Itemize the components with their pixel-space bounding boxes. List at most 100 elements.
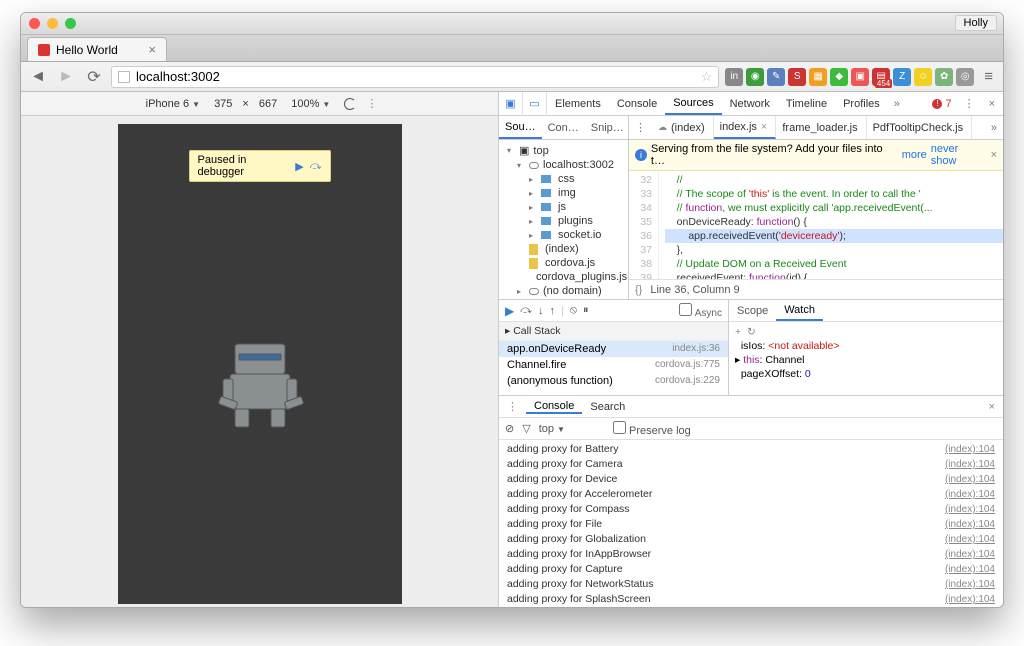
step-out-icon[interactable]: ↑ <box>550 305 556 317</box>
error-indicator[interactable]: !7 <box>926 98 957 110</box>
tab-network[interactable]: Network <box>722 92 778 115</box>
tab-console[interactable]: Console <box>609 92 665 115</box>
browser-tabstrip: Hello World × <box>21 35 1003 62</box>
console-output[interactable]: adding proxy for Battery(index):104addin… <box>499 440 1003 607</box>
tab-title: Hello World <box>56 43 118 57</box>
rotate-icon[interactable] <box>344 98 356 110</box>
pause-on-exceptions-icon[interactable]: ⏸ <box>583 304 589 317</box>
close-tab-icon[interactable]: × <box>148 42 156 57</box>
tab-elements[interactable]: Elements <box>547 92 609 115</box>
reload-button[interactable]: ⟳ <box>83 67 105 87</box>
deactivate-breakpoints-icon[interactable]: ⦸ <box>570 304 577 317</box>
file-tab[interactable]: frame_loader.js <box>776 116 866 139</box>
device-height[interactable]: 667 <box>259 98 277 110</box>
forward-button[interactable]: ► <box>55 68 77 86</box>
call-stack-header[interactable]: ▸ Call Stack <box>499 322 728 341</box>
device-screen[interactable]: Paused in debugger ▶ ⤼ <box>118 124 402 604</box>
extension-icon[interactable]: in <box>725 68 743 86</box>
stack-frame[interactable]: (anonymous function)cordova.js:229 <box>499 373 728 389</box>
device-width[interactable]: 375 <box>214 98 232 110</box>
context-select[interactable]: top ▼ <box>539 423 565 435</box>
info-more-link[interactable]: more <box>902 149 927 161</box>
file-navigator[interactable]: ▾▣ top ▾ localhost:3002 ▸css ▸img ▸js ▸p… <box>499 140 629 299</box>
stack-frame[interactable]: app.onDeviceReadyindex.js:36 <box>499 341 728 357</box>
extension-icon[interactable]: ◆ <box>830 68 848 86</box>
extension-icon[interactable]: ▤ <box>872 68 890 86</box>
robot-image <box>195 324 325 444</box>
watch-list[interactable]: + ↻ isIos: <not available> ▸ this: Chann… <box>729 322 1003 384</box>
window-controls <box>29 18 76 29</box>
tab-scope[interactable]: Scope <box>729 300 776 321</box>
tab-search[interactable]: Search <box>582 401 633 413</box>
step-over-icon[interactable]: ⤼ <box>520 304 532 317</box>
stack-frame[interactable]: Channel.firecordova.js:775 <box>499 357 728 373</box>
paused-label: Paused in debugger <box>198 154 290 178</box>
debugger-row: ▶ ⤼ ↓ ↑ | ⦸ ⏸ Async ▸ Call Stack app.onD… <box>499 300 1003 396</box>
navigator-tab-snippets[interactable]: Snip… <box>585 116 630 139</box>
console-menu-icon[interactable]: ⋮ <box>499 400 526 413</box>
extension-icon[interactable]: ▣ <box>851 68 869 86</box>
file-tabs: ☁(index) index.js × frame_loader.js PdfT… <box>652 116 972 139</box>
zoom-select[interactable]: 100% ▼ <box>287 98 334 110</box>
resume-icon[interactable]: ▶ <box>505 304 514 318</box>
file-tab[interactable]: index.js × <box>714 116 777 139</box>
sources-body: ▾▣ top ▾ localhost:3002 ▸css ▸img ▸js ▸p… <box>499 140 1003 300</box>
refresh-watch-icon[interactable]: ↻ <box>747 326 756 338</box>
clear-console-icon[interactable]: ⊘ <box>505 422 514 435</box>
devtools-menu-icon[interactable]: ⋮ <box>958 97 981 110</box>
code-view[interactable]: 32 33 34 35 36 37 38 39 40 41 42 43 44 /… <box>629 171 1003 279</box>
tab-sources[interactable]: Sources <box>665 92 721 115</box>
device-select[interactable]: iPhone 6 ▼ <box>142 98 204 110</box>
add-watch-icon[interactable]: + <box>735 326 741 338</box>
step-into-icon[interactable]: ↓ <box>538 305 544 317</box>
code-lines: // // The scope of 'this' is the event. … <box>659 171 1003 279</box>
step-icon[interactable]: ⤼ <box>310 160 322 173</box>
extension-icon[interactable]: ◎ <box>956 68 974 86</box>
async-checkbox[interactable] <box>679 303 692 316</box>
tab-console[interactable]: Console <box>526 400 582 414</box>
close-window-icon[interactable] <box>29 18 40 29</box>
file-tab[interactable]: ☁(index) <box>652 116 714 139</box>
maximize-window-icon[interactable] <box>65 18 76 29</box>
extension-icon[interactable]: ✿ <box>935 68 953 86</box>
extension-icon[interactable]: ▦ <box>809 68 827 86</box>
close-icon[interactable]: × <box>991 149 997 161</box>
tab-profiles[interactable]: Profiles <box>835 92 888 115</box>
close-drawer-icon[interactable]: × <box>981 401 1003 413</box>
devtools-toolbar: ▣ ▭ Elements Console Sources Network Tim… <box>499 92 1003 116</box>
extension-icon[interactable]: ◉ <box>746 68 764 86</box>
bookmark-star-icon[interactable]: ☆ <box>701 69 713 85</box>
toggle-device-icon[interactable]: ▭ <box>523 92 547 116</box>
tab-timeline[interactable]: Timeline <box>778 92 835 115</box>
extension-icon[interactable]: ☺ <box>914 68 932 86</box>
back-button[interactable]: ◄ <box>27 68 49 86</box>
navigator-tab-content[interactable]: Con… <box>542 116 585 139</box>
close-icon[interactable]: × <box>761 121 767 133</box>
extension-icon[interactable]: ✎ <box>767 68 785 86</box>
file-tab[interactable]: PdfTooltipCheck.js <box>867 116 973 139</box>
extension-icon[interactable]: Z <box>893 68 911 86</box>
emulator-more-icon[interactable]: ⋮ <box>366 97 377 110</box>
navigator-tab-sources[interactable]: Sou… <box>499 116 542 139</box>
address-bar[interactable]: localhost:3002 ☆ <box>111 66 719 88</box>
devtools-close-icon[interactable]: × <box>981 98 1003 110</box>
tab-watch[interactable]: Watch <box>776 300 823 321</box>
file-tabs-menu-icon[interactable]: ⋮ <box>629 121 652 134</box>
menu-icon[interactable]: ≡ <box>984 68 993 85</box>
format-icon[interactable]: {} <box>635 284 642 296</box>
extension-icon[interactable]: S <box>788 68 806 86</box>
scope-watch-panel: Scope Watch + ↻ isIos: <not available> ▸… <box>729 300 1003 395</box>
emulator-stage: Paused in debugger ▶ ⤼ <box>21 116 498 607</box>
tabs-overflow-icon[interactable]: » <box>888 98 906 110</box>
preserve-log-checkbox[interactable] <box>613 421 626 434</box>
emulator-toolbar: iPhone 6 ▼ 375 × 667 100% ▼ ⋮ <box>21 92 498 116</box>
browser-tab[interactable]: Hello World × <box>27 37 167 61</box>
file-tabs-overflow-icon[interactable]: » <box>985 122 1003 134</box>
profile-button[interactable]: Holly <box>955 15 997 31</box>
minimize-window-icon[interactable] <box>47 18 58 29</box>
inspect-element-icon[interactable]: ▣ <box>499 92 523 116</box>
filter-icon[interactable]: ▽ <box>522 422 530 435</box>
resume-icon[interactable]: ▶ <box>295 160 303 173</box>
info-icon: i <box>635 149 647 161</box>
info-never-link[interactable]: never show <box>931 143 987 167</box>
